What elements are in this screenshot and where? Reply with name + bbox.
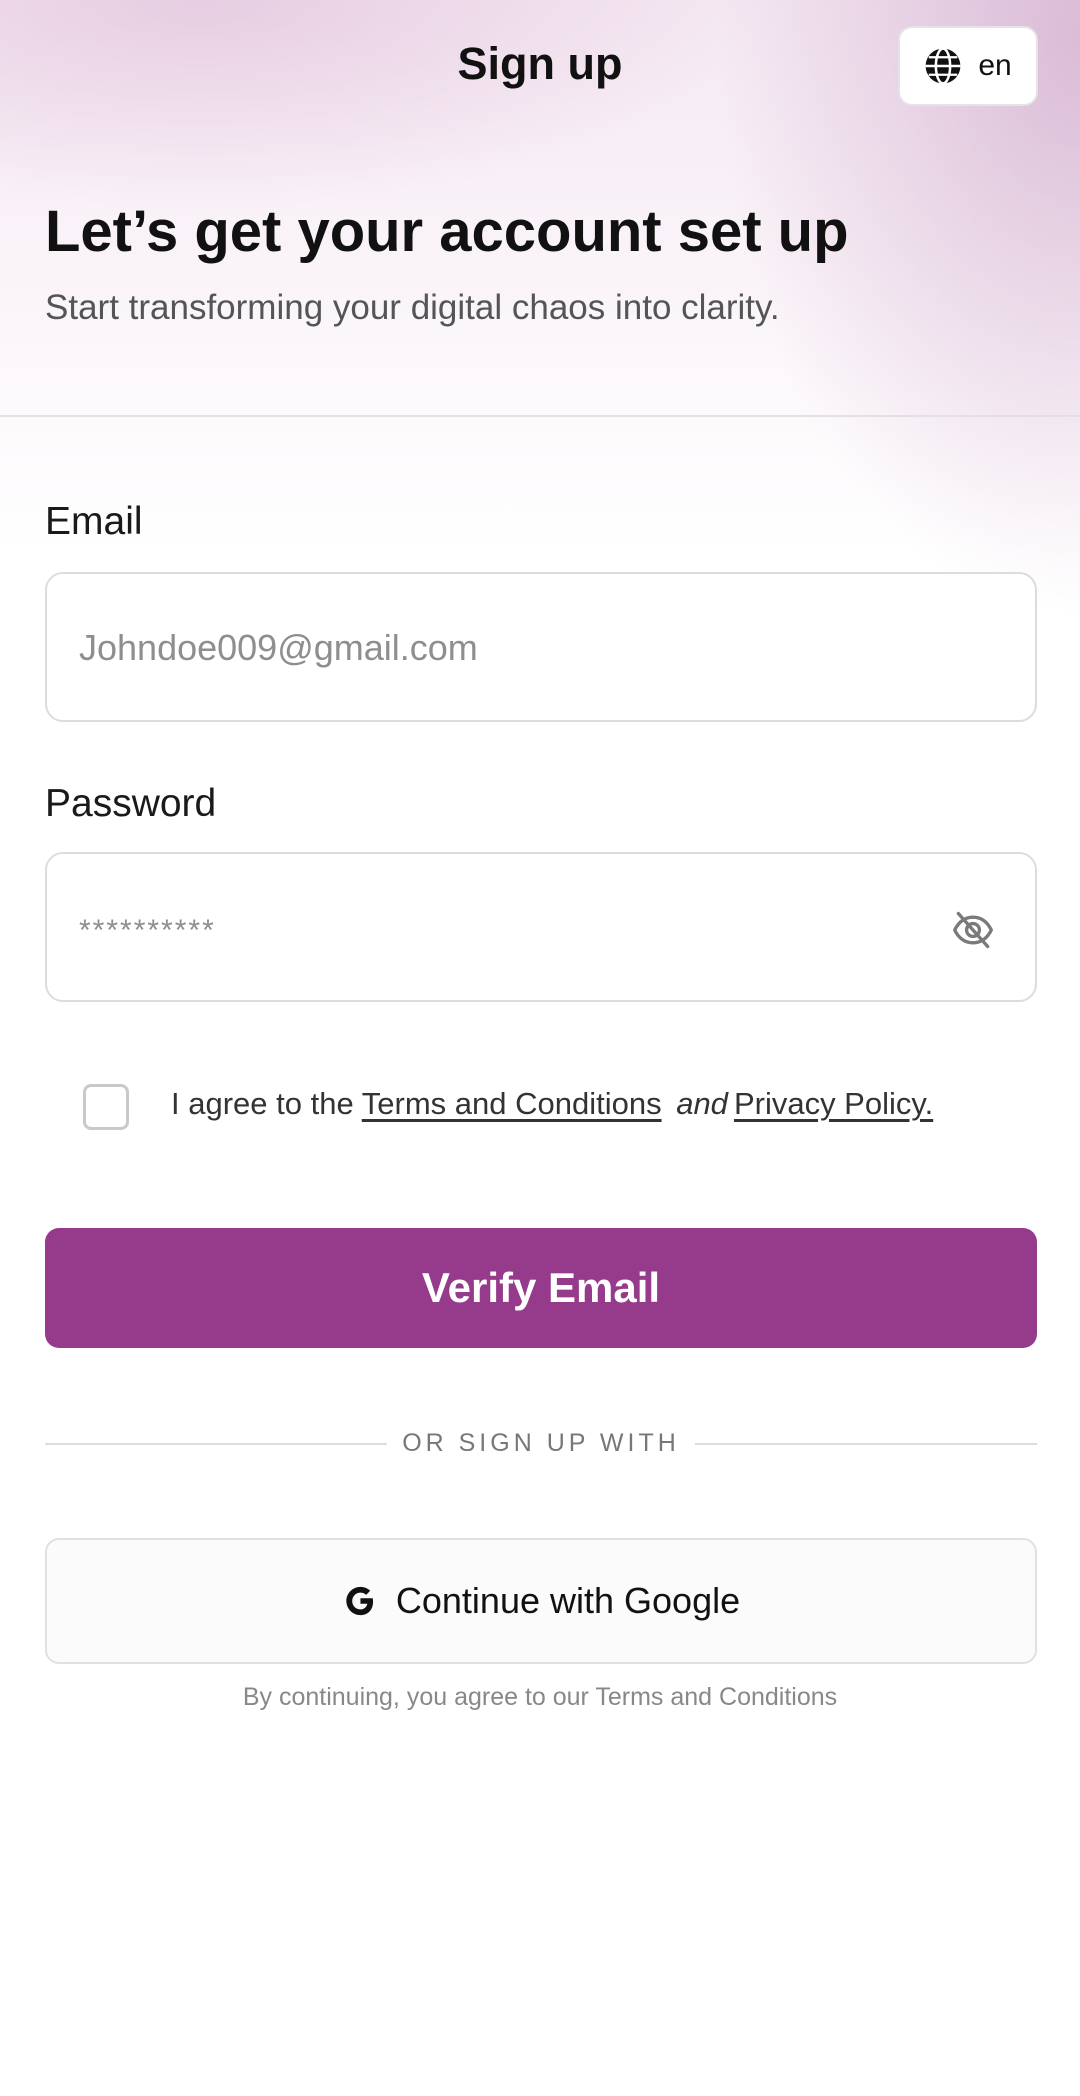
email-field[interactable] (45, 572, 1037, 722)
google-icon (346, 1586, 373, 1616)
terms-agreement-text: I agree to the Terms and Conditions and P… (171, 1086, 933, 1122)
agree-prefix: I agree to the (171, 1086, 354, 1121)
terms-footer-note: By continuing, you agree to our Terms an… (242, 1683, 838, 1711)
password-label: Password (45, 782, 217, 825)
verify-email-button[interactable]: Verify Email (45, 1228, 1037, 1348)
section-divider (0, 415, 1080, 417)
eye-off-icon[interactable] (951, 908, 995, 952)
divider-line-right (695, 1443, 1037, 1445)
continue-with-google-button[interactable]: Continue with Google (45, 1538, 1037, 1664)
terms-link[interactable]: Terms and Conditions (362, 1086, 662, 1121)
globe-icon (925, 47, 961, 85)
agree-and: and (676, 1086, 728, 1121)
terms-checkbox[interactable] (83, 1084, 129, 1130)
email-label: Email (45, 500, 143, 543)
intro-subtitle: Start transforming your digital chaos in… (45, 288, 780, 327)
password-input[interactable] (77, 854, 961, 1002)
password-field[interactable] (45, 852, 1037, 1002)
terms-agreement-row: I agree to the Terms and Conditions and P… (83, 1082, 933, 1132)
email-input[interactable] (77, 574, 961, 722)
language-label: en (978, 49, 1012, 82)
intro-heading: Let’s get your account set up (45, 199, 849, 264)
or-divider: OR SIGN UP WITH (45, 1425, 1037, 1465)
google-button-label: Continue with Google (395, 1580, 741, 1621)
privacy-link[interactable]: Privacy Policy. (734, 1086, 933, 1121)
language-selector-button[interactable]: en (898, 26, 1038, 106)
